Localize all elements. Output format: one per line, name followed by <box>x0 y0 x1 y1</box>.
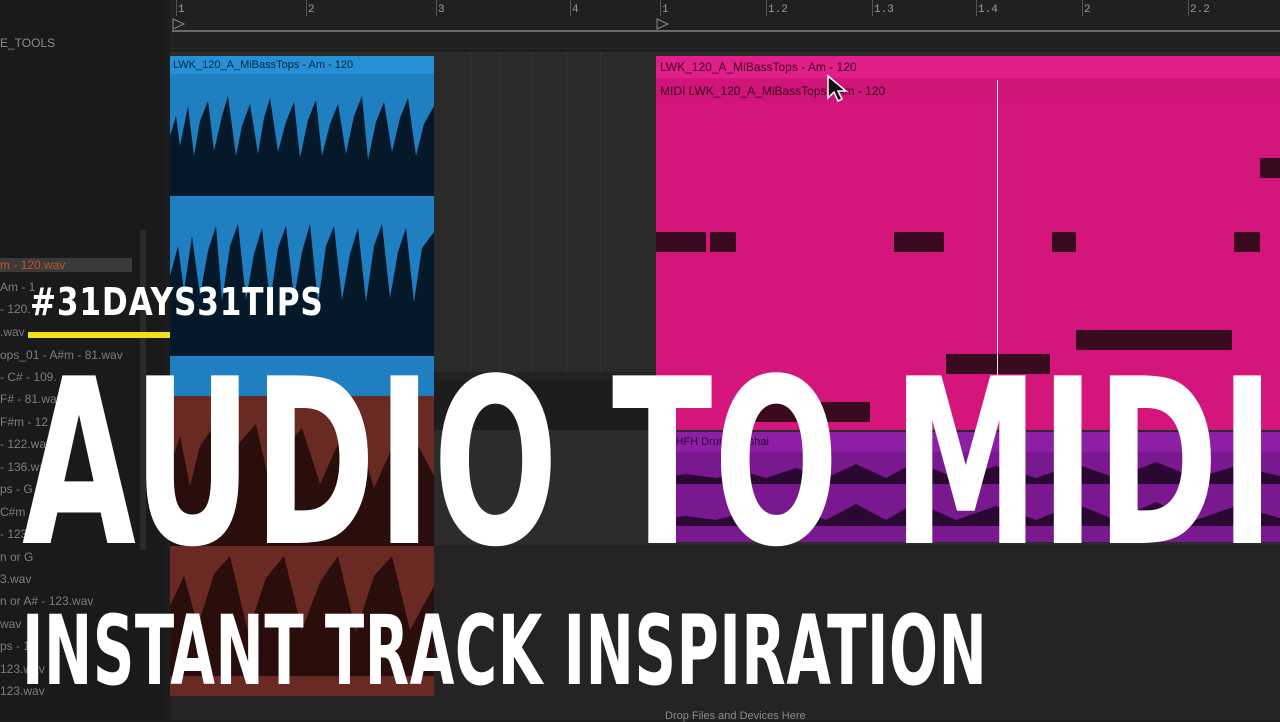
clip-title: MIDI LWK_120_A_MiBassTops - Am - 120 <box>656 80 1280 102</box>
loop-start-icon[interactable] <box>656 18 670 30</box>
ruler-tick: 1 <box>178 4 185 16</box>
browser-file-item[interactable]: - 120. <box>0 302 31 316</box>
midi-note[interactable] <box>894 232 944 252</box>
ruler-tick: 3 <box>438 4 445 16</box>
mouse-cursor-icon <box>827 74 848 103</box>
browser-file-item[interactable]: .wav <box>0 325 25 339</box>
ruler-tick: 2.2 <box>1190 4 1210 16</box>
ruler-tick: 1.3 <box>874 4 894 16</box>
browser-section-label: E_TOOLS <box>0 36 56 50</box>
video-title: AUDIO TO MIDI <box>22 331 1276 598</box>
loop-start-icon[interactable] <box>172 18 186 30</box>
ruler-tick: 1.2 <box>768 4 788 16</box>
ruler-tick: 1.4 <box>978 4 998 16</box>
drop-hint[interactable]: Drop Files and Devices Here <box>665 710 806 722</box>
arrangement-ruler[interactable]: 1 2 3 4 1 1.2 1.3 1.4 2 2.2 <box>170 0 1280 49</box>
ruler-tick: 1 <box>662 4 669 16</box>
midi-note[interactable] <box>1234 232 1260 252</box>
midi-note[interactable] <box>1052 232 1076 252</box>
ruler-tick: 2 <box>1084 4 1091 16</box>
clip-title: LWK_120_A_MiBassTops - Am - 120 <box>656 56 1280 78</box>
ruler-tick: 4 <box>572 4 579 16</box>
midi-note[interactable] <box>1260 158 1280 178</box>
browser-file-item[interactable]: wav <box>0 617 21 631</box>
clip-title: LWK_120_A_MiBassTops - Am - 120 <box>170 56 434 74</box>
browser-file-item[interactable]: m - 120.wav <box>0 258 132 272</box>
hashtag-label: #31DAYS31TIPS <box>30 280 324 324</box>
ruler-tick: 2 <box>308 4 315 16</box>
video-subtitle: INSTANT TRACK INSPIRATION <box>22 595 988 707</box>
midi-note[interactable] <box>710 232 736 252</box>
midi-note[interactable] <box>656 232 706 252</box>
loop-brace[interactable] <box>172 30 1280 32</box>
